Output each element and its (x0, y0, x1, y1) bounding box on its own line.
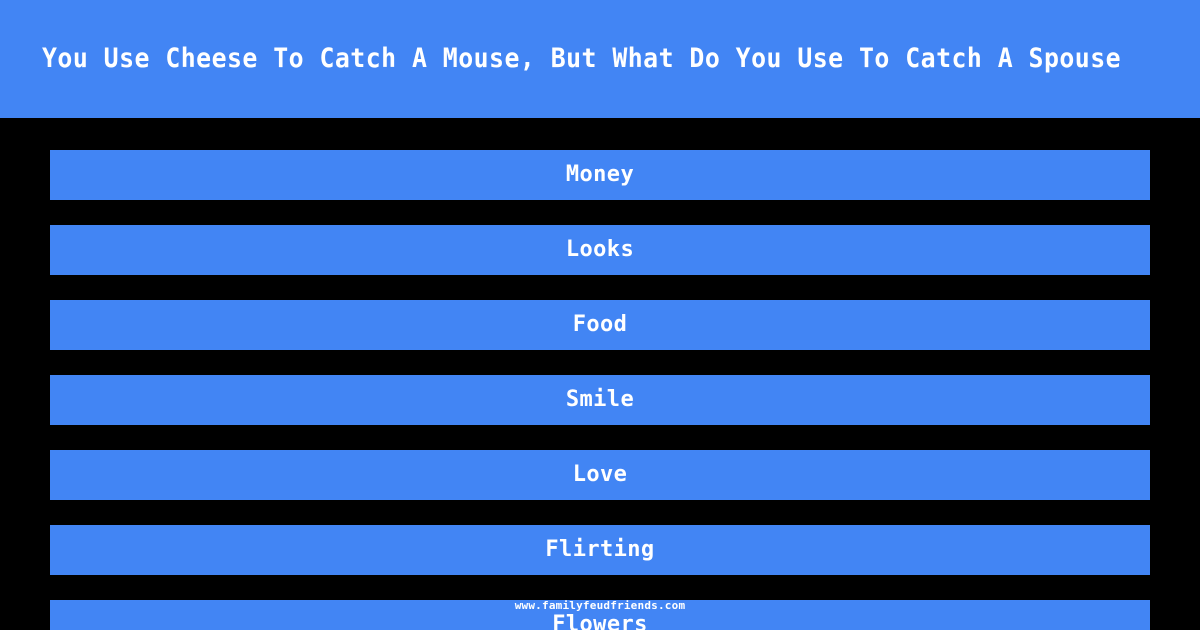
answer-label: Money (565, 162, 635, 187)
answer-label: Flowers (552, 612, 648, 630)
page-title: You Use Cheese To Catch A Mouse, But Wha… (42, 43, 1122, 75)
answer-row[interactable]: Love (50, 450, 1150, 500)
answer-card: You Use Cheese To Catch A Mouse, But Wha… (0, 0, 1200, 630)
answer-label: Love (572, 462, 628, 487)
answer-label: Food (572, 312, 628, 337)
answer-row[interactable]: Looks (50, 225, 1150, 275)
question-header: You Use Cheese To Catch A Mouse, But Wha… (0, 0, 1200, 118)
answer-row[interactable]: Flowers (50, 600, 1150, 630)
answer-row[interactable]: Flirting (50, 525, 1150, 575)
answer-row[interactable]: Money (50, 150, 1150, 200)
answer-label: Looks (565, 237, 635, 262)
answer-row[interactable]: Food (50, 300, 1150, 350)
answer-label: Flirting (545, 537, 655, 562)
answer-row[interactable]: Smile (50, 375, 1150, 425)
answer-label: Smile (565, 387, 635, 412)
